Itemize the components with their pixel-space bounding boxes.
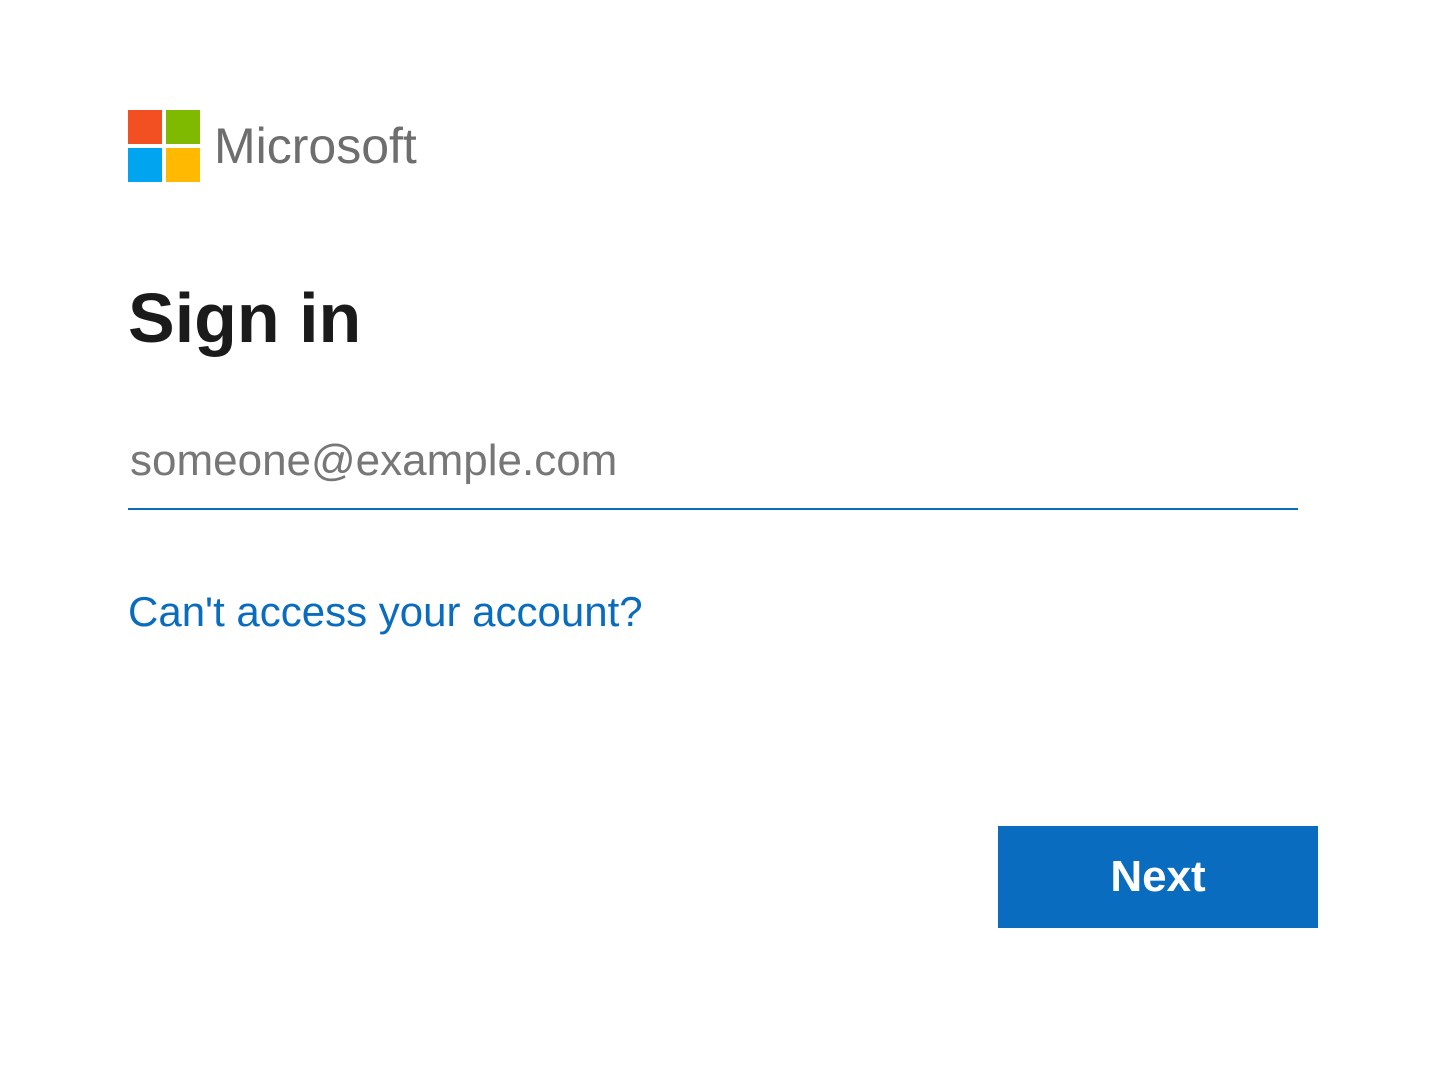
email-input[interactable] — [128, 430, 1298, 510]
page-title: Sign in — [128, 278, 1318, 358]
microsoft-logo-icon — [128, 110, 200, 182]
cant-access-account-link[interactable]: Can't access your account? — [128, 588, 643, 636]
next-button[interactable]: Next — [998, 826, 1318, 928]
brand-name: Microsoft — [214, 117, 417, 175]
button-row: Next — [128, 826, 1318, 928]
brand-row: Microsoft — [128, 110, 1318, 182]
signin-card: Microsoft Sign in Can't access your acco… — [128, 110, 1318, 928]
